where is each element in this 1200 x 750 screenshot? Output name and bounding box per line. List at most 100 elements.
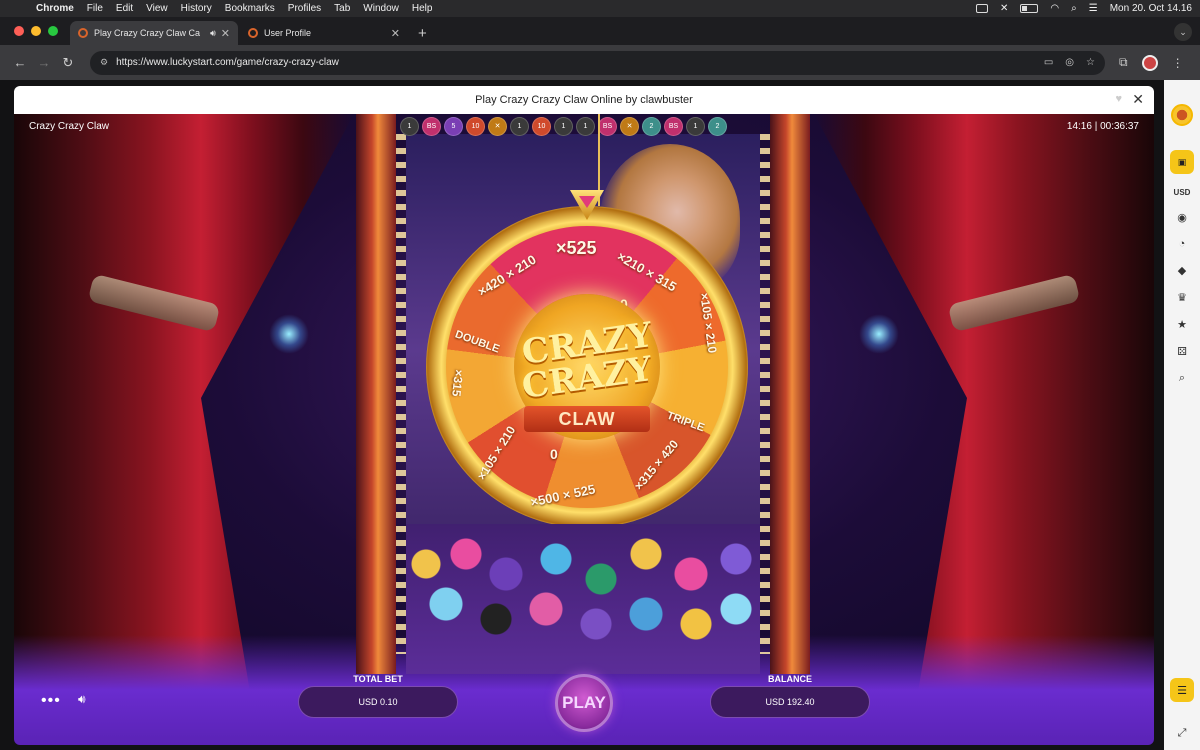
balance-label: BALANCE	[768, 674, 812, 684]
history-chip: 2	[708, 116, 727, 136]
close-tab-icon[interactable]: ✕	[391, 27, 400, 40]
url-text[interactable]: https://www.luckystart.com/game/crazy-cr…	[116, 57, 1032, 68]
game-clock: 14:16 | 00:36:37	[1066, 121, 1139, 132]
close-tab-icon[interactable]: ✕	[221, 27, 230, 40]
site-favicon-icon	[78, 28, 88, 38]
battery-icon[interactable]	[1020, 4, 1039, 13]
reload-button[interactable]: ↻	[56, 55, 80, 71]
back-button[interactable]: ←	[8, 55, 32, 70]
history-chip: 10	[466, 116, 485, 136]
browser-toolbar: ← → ↻ ⚙ https://www.luckystart.com/game/…	[0, 45, 1200, 80]
history-chip: 1	[400, 116, 419, 136]
search-icon[interactable]: ⌕	[1179, 372, 1185, 385]
menu-history[interactable]: History	[181, 3, 212, 14]
more-options-icon[interactable]: •••	[41, 692, 61, 710]
machine-pillar-right	[770, 114, 810, 674]
tab-search-icon[interactable]: ⌄	[1174, 23, 1192, 41]
tab-title: User Profile	[264, 28, 312, 38]
machine-pillar-left	[356, 114, 396, 674]
extensions-icon[interactable]: ⧉	[1119, 55, 1128, 70]
casino-chip-icon[interactable]: ◉	[1177, 211, 1187, 224]
history-chip: BS	[598, 116, 617, 136]
site-info-icon[interactable]: ⚙	[100, 57, 108, 68]
chrome-menu-icon[interactable]: ⋮	[1172, 56, 1184, 70]
wallet-icon[interactable]: ▣	[1170, 150, 1194, 174]
cast-icon[interactable]: ▭	[1044, 57, 1053, 68]
zoom-window-button[interactable]	[48, 26, 58, 36]
total-bet-field[interactable]: USD 0.10	[298, 686, 458, 718]
marquee-lights-left	[396, 134, 406, 654]
menu-window[interactable]: Window	[363, 3, 399, 14]
game-title: Crazy Crazy Claw	[29, 121, 110, 132]
prize-balls	[406, 524, 760, 674]
history-chip: ✕	[620, 116, 639, 136]
site-favicon-icon	[248, 28, 258, 38]
history-chip: 1	[576, 116, 595, 136]
favorite-heart-icon[interactable]: ♥	[1115, 93, 1122, 105]
profile-avatar[interactable]	[1141, 54, 1158, 71]
marquee-lights-right	[760, 134, 770, 654]
menubar-clock[interactable]: Mon 20. Oct 14.16	[1110, 3, 1192, 14]
menu-view[interactable]: View	[146, 3, 168, 14]
minimize-window-button[interactable]	[31, 26, 41, 36]
new-tab-button[interactable]: +	[410, 21, 435, 45]
history-chip: 1	[686, 116, 705, 136]
tab-crazy-crazy-claw[interactable]: Play Crazy Crazy Claw Ca 🔊︎ ✕	[70, 21, 238, 45]
sound-icon[interactable]: 🔊︎	[78, 692, 86, 707]
mic-off-icon[interactable]: ✕	[1000, 3, 1008, 14]
history-chip: ✕	[488, 116, 507, 136]
modal-title: Play Crazy Crazy Claw Online by clawbust…	[475, 94, 693, 106]
menu-tab[interactable]: Tab	[334, 3, 350, 14]
bookmark-star-icon[interactable]: ☆	[1086, 57, 1095, 68]
menu-file[interactable]: File	[87, 3, 103, 14]
forward-button[interactable]: →	[32, 55, 56, 70]
menu-app[interactable]: Chrome	[36, 3, 74, 14]
logo-claw-ribbon: CLAW	[524, 406, 650, 432]
history-chip: BS	[422, 116, 441, 136]
star-icon[interactable]: ★	[1177, 318, 1187, 331]
game-modal: Play Crazy Crazy Claw Online by clawbust…	[14, 86, 1154, 745]
wifi-icon[interactable]: ◠	[1050, 3, 1059, 14]
history-chip: 1	[510, 116, 529, 136]
game-canvas[interactable]: Crazy Crazy Claw 14:16 | 00:36:37 1 BS 5 10…	[14, 114, 1154, 745]
control-center-icon[interactable]: ☰	[1089, 3, 1098, 14]
speaker-icon[interactable]: 🔊︎	[210, 28, 216, 39]
history-chip: 5	[444, 116, 463, 136]
tab-title: Play Crazy Crazy Claw Ca	[94, 28, 201, 38]
timer-icon[interactable]: ◔	[1179, 238, 1186, 250]
macos-menubar: Chrome File Edit View History Bookmarks …	[0, 0, 1200, 17]
spotlight-icon[interactable]: ⌕	[1071, 3, 1077, 14]
dice-icon[interactable]: ⚄	[1177, 345, 1187, 358]
menu-bookmarks[interactable]: Bookmarks	[225, 3, 275, 14]
bonus-wheel: ×525 ×420 × 210 ×210 × 315 DOUBLE TRIPLE…	[426, 190, 748, 528]
expand-icon[interactable]: ⤢	[1178, 727, 1187, 740]
menu-edit[interactable]: Edit	[116, 3, 133, 14]
browser-tabstrip: Play Crazy Crazy Claw Ca 🔊︎ ✕ User Profi…	[0, 17, 1200, 45]
menu-help[interactable]: Help	[412, 3, 433, 14]
currency-label[interactable]: USD	[1174, 188, 1191, 197]
address-bar[interactable]: ⚙ https://www.luckystart.com/game/crazy-…	[90, 50, 1105, 75]
total-bet-label: TOTAL BET	[353, 674, 403, 684]
stage-light-right	[859, 314, 899, 354]
window-controls	[0, 17, 70, 45]
site-sidebar: ▣ USD ◉ ◔ ◆ ♛ ★ ⚄ ⌕ ☰ ⤢	[1164, 80, 1200, 750]
chat-icon[interactable]: ☰	[1170, 678, 1194, 702]
history-chip: 10	[532, 116, 551, 136]
claw-machine: 1 BS 5 10 ✕ 1 10 1 1 BS ✕ 2 BS 1 2 ×525 ×420 × 210 ×21…	[356, 114, 810, 674]
results-history: 1 BS 5 10 ✕ 1 10 1 1 BS ✕ 2 BS 1 2	[396, 114, 770, 138]
menu-profiles[interactable]: Profiles	[288, 3, 321, 14]
close-modal-icon[interactable]: ✕	[1132, 91, 1144, 108]
history-chip: 2	[642, 116, 661, 136]
page-content: ▣ USD ◉ ◔ ◆ ♛ ★ ⚄ ⌕ ☰ ⤢ Play Crazy Crazy…	[0, 80, 1200, 750]
display-icon[interactable]	[976, 4, 989, 13]
balance-display: USD 192.40	[710, 686, 870, 718]
eye-off-icon[interactable]: ◎	[1065, 57, 1074, 68]
modal-header: Play Crazy Crazy Claw Online by clawbust…	[14, 86, 1154, 114]
play-button[interactable]: PLAY	[555, 674, 613, 732]
shield-icon[interactable]: ◆	[1178, 264, 1186, 277]
history-chip: BS	[664, 116, 683, 136]
close-window-button[interactable]	[14, 26, 24, 36]
site-logo-icon[interactable]	[1171, 104, 1193, 126]
tab-user-profile[interactable]: User Profile ✕	[240, 21, 408, 45]
trophy-icon[interactable]: ♛	[1177, 291, 1187, 304]
